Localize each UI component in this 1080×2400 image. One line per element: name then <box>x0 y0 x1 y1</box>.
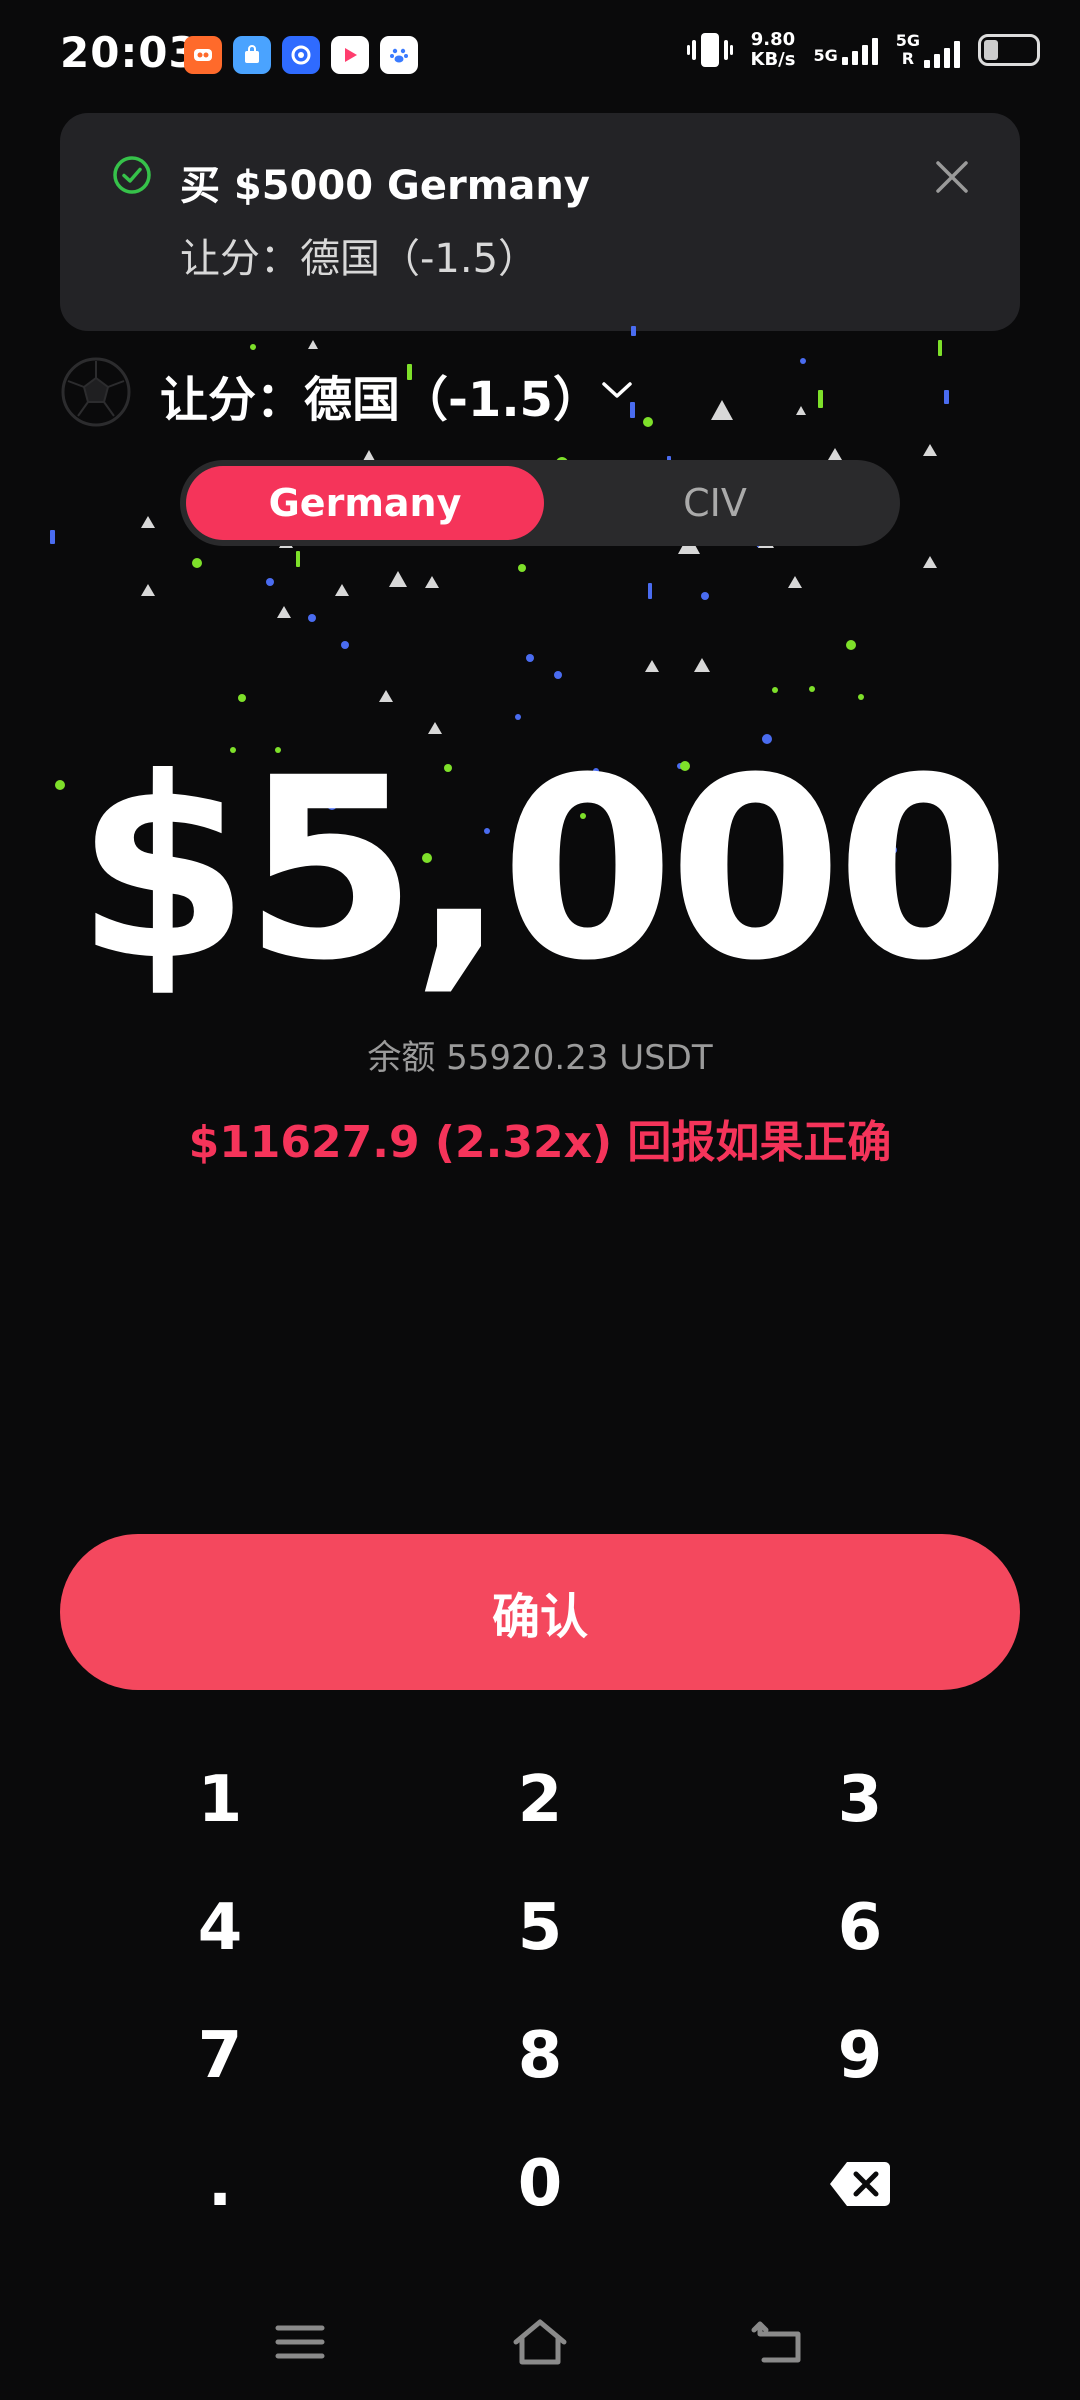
chevron-down-icon[interactable] <box>600 378 634 402</box>
balance-text: 余额 55920.23 USDT <box>367 1038 713 1078</box>
key-8[interactable]: 8 <box>380 1996 700 2116</box>
backspace-icon <box>830 2162 890 2206</box>
key-4[interactable]: 4 <box>60 1868 380 1988</box>
key-0[interactable]: 0 <box>380 2124 700 2244</box>
bet-screen: 20:03 9.80 KB/s 5G 5G R 买 $5000 Germany … <box>0 0 1080 2400</box>
home-icon[interactable] <box>510 2312 570 2372</box>
team-toggle: Germany CIV <box>180 460 900 546</box>
network-type-2: 5G <box>895 31 920 50</box>
team-option-civ[interactable]: CIV <box>536 466 894 540</box>
signal-bars-1-icon <box>841 35 878 65</box>
backspace-key[interactable] <box>700 2124 1020 2244</box>
team-option-germany[interactable]: Germany <box>186 466 544 540</box>
vibrate-icon <box>686 33 733 67</box>
kuaishou-app-icon <box>184 36 222 74</box>
status-time: 20:03 <box>60 28 199 77</box>
baidu-app-icon <box>380 36 418 74</box>
success-toast: 买 $5000 Germany 让分：德国（-1.5） <box>60 113 1020 331</box>
back-icon[interactable] <box>750 2312 810 2372</box>
key-9[interactable]: 9 <box>700 1996 1020 2116</box>
browser-app-icon <box>282 36 320 74</box>
toast-subtitle: 让分：德国（-1.5） <box>180 236 539 282</box>
status-right: 9.80 KB/s 5G 5G R <box>686 29 1040 70</box>
close-icon[interactable] <box>934 159 970 195</box>
key-3[interactable]: 3 <box>700 1740 1020 1860</box>
notification-icons <box>184 36 418 74</box>
key-2[interactable]: 2 <box>380 1740 700 1860</box>
check-circle-icon <box>113 156 151 194</box>
roaming-indicator: R <box>901 49 915 68</box>
menu-icon[interactable] <box>270 2312 330 2372</box>
soccer-ball-icon <box>61 357 131 427</box>
market-title[interactable]: 让分：德国（-1.5） <box>160 360 601 430</box>
network-type-1: 5G <box>813 46 838 65</box>
system-nav-bar <box>0 2300 1080 2380</box>
key-5[interactable]: 5 <box>380 1868 700 1988</box>
key-1[interactable]: 1 <box>60 1740 380 1860</box>
video-app-icon <box>331 36 369 74</box>
status-bar: 20:03 9.80 KB/s 5G 5G R <box>0 0 1080 110</box>
key-6[interactable]: 6 <box>700 1868 1020 1988</box>
signal-bars-2-icon <box>924 38 960 68</box>
bet-amount: $5,000 <box>75 724 1011 1015</box>
key-7[interactable]: 7 <box>60 1996 380 2116</box>
confirm-button[interactable]: 确认 <box>60 1534 1020 1690</box>
key-decimal[interactable]: . <box>60 2124 380 2244</box>
payout-text: $11627.9 (2.32x) 回报如果正确 <box>188 1117 892 1168</box>
battery-icon <box>978 34 1040 66</box>
network-speed: 9.80 KB/s <box>750 29 796 70</box>
shopping-app-icon <box>233 36 271 74</box>
toast-title: 买 $5000 Germany <box>180 163 590 209</box>
